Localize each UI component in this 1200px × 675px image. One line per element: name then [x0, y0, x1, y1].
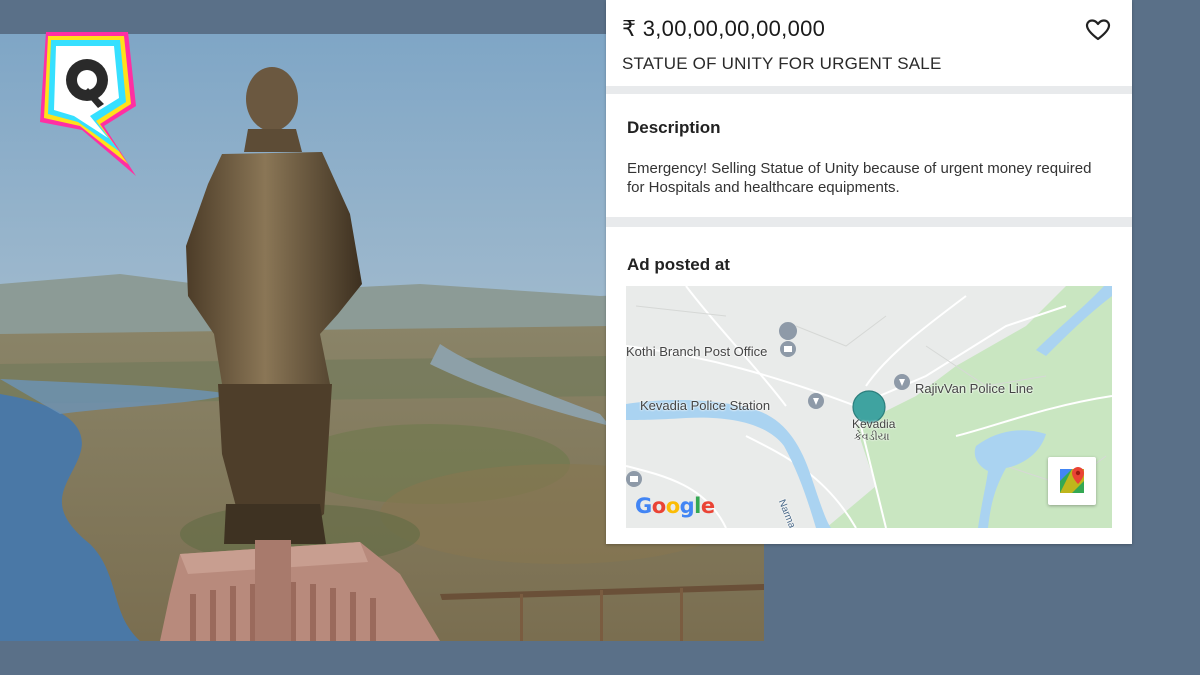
listing-price: ₹ 3,00,00,00,00,000: [622, 16, 826, 41]
listing-card: ₹ 3,00,00,00,00,000 STATUE OF UNITY FOR …: [606, 0, 1132, 544]
google-maps-icon[interactable]: [1048, 457, 1096, 505]
description-text: Emergency! Selling Statue of Unity becau…: [627, 160, 1092, 196]
police-pin-icon: [894, 374, 910, 390]
police-pin-icon: [808, 393, 824, 409]
description-heading: Description: [627, 118, 721, 137]
quint-logo: [32, 26, 140, 182]
map-label-town-gujarati: કેવડીયા: [854, 431, 890, 443]
map-label-police-station: Kevadia Police Station: [640, 398, 771, 413]
post-office-pin-icon: [626, 471, 642, 487]
section-divider: [606, 217, 1132, 227]
google-attribution: Google: [635, 494, 715, 518]
map-label-town: Kevadia: [852, 417, 896, 431]
heart-icon[interactable]: [1085, 18, 1111, 42]
location-heading: Ad posted at: [627, 255, 730, 274]
map-label-police-line: RajivVan Police Line: [915, 381, 1034, 396]
listing-title: STATUE OF UNITY FOR URGENT SALE: [622, 54, 942, 73]
section-divider: [606, 86, 1132, 94]
map-label-post-office: Kothi Branch Post Office: [626, 344, 768, 359]
location-map[interactable]: Kothi Branch Post Office Kevadia Police …: [626, 286, 1112, 528]
